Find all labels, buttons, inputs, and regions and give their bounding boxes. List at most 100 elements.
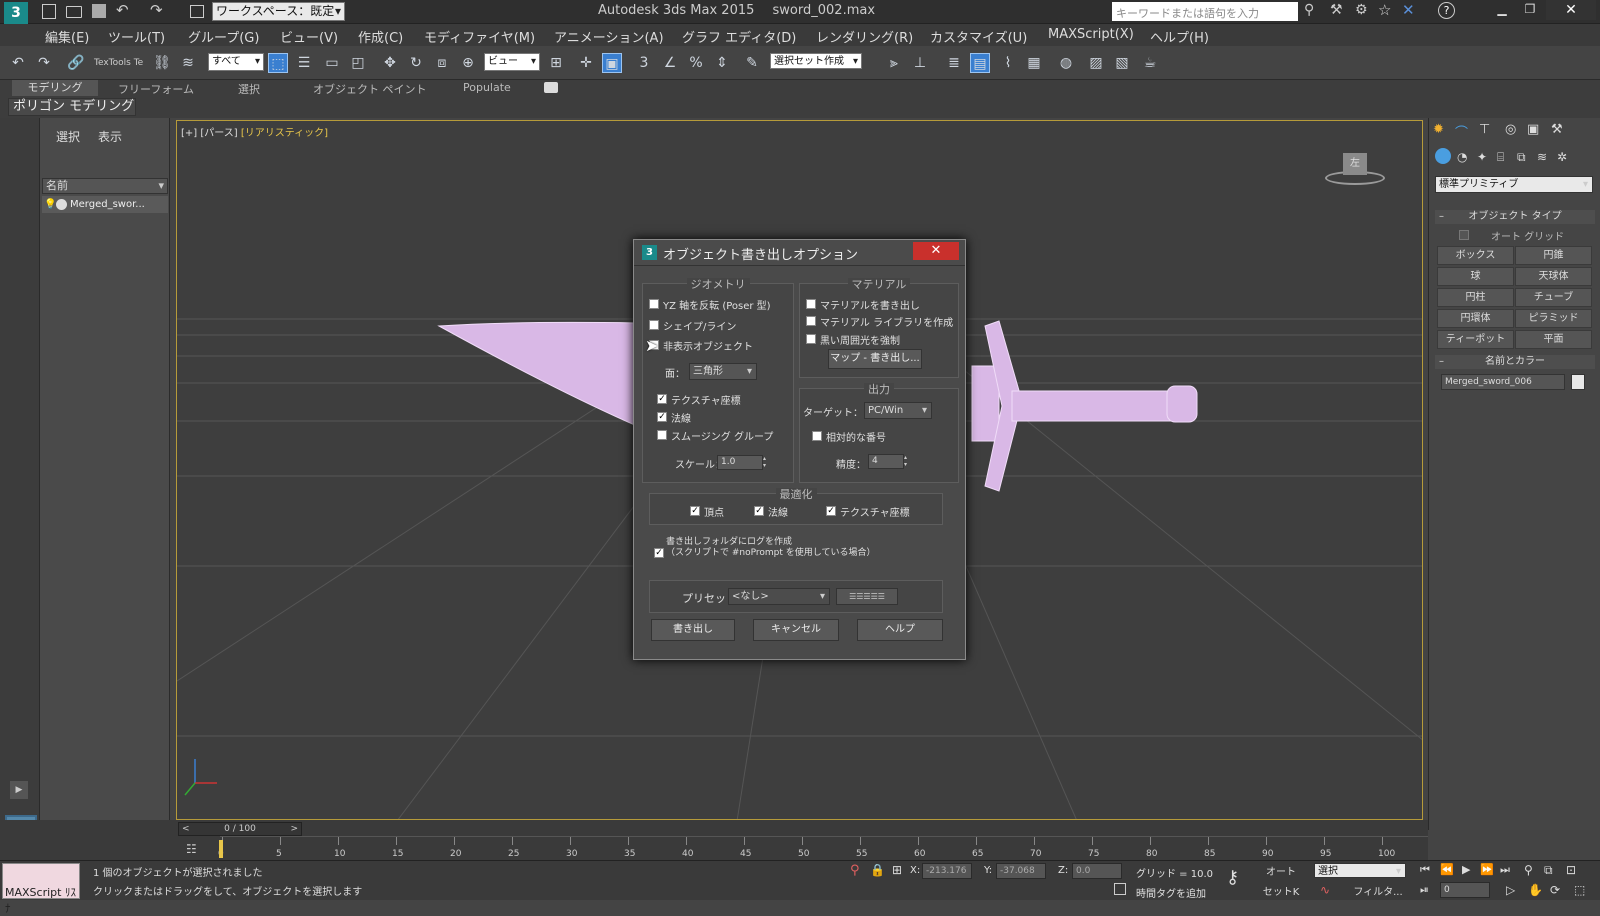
tab-display-icon[interactable]: ▣: [1527, 122, 1545, 138]
scene-tab-display[interactable]: 表示: [98, 128, 122, 145]
selection-lock-icon[interactable]: 🔒: [870, 863, 885, 877]
mirror-icon[interactable]: ⫸: [884, 53, 904, 73]
layout-expand-button[interactable]: ▶: [10, 781, 28, 799]
tab-modify-icon[interactable]: ⌒: [1455, 122, 1473, 141]
optimize-normals-checkbox[interactable]: ✓: [754, 506, 764, 516]
track-bar[interactable]: 0510152025303540455055606570758085909510…: [218, 836, 1428, 860]
select-manipulate-icon[interactable]: ✛: [576, 53, 596, 73]
polygon-modeling-panel[interactable]: ポリゴン モデリング: [8, 98, 136, 116]
menu-maxscript[interactable]: MAXScript(X): [1048, 27, 1134, 42]
texture-coords-checkbox[interactable]: ✓: [657, 394, 667, 404]
pan-icon[interactable]: ✋: [1528, 883, 1543, 897]
subscription-icon[interactable]: ⚙: [1355, 2, 1368, 18]
shapes-lines-checkbox[interactable]: [649, 320, 659, 330]
tab-populate[interactable]: Populate: [463, 81, 511, 94]
keyboard-shortcut-override-icon[interactable]: ▣: [602, 53, 622, 73]
tab-motion-icon[interactable]: ◎: [1505, 122, 1523, 138]
sphere-button[interactable]: 球: [1437, 267, 1514, 286]
zoom-extents-icon[interactable]: ⊡: [1566, 863, 1576, 877]
flip-yz-checkbox[interactable]: [649, 299, 659, 309]
plane-button[interactable]: 平面: [1515, 330, 1592, 349]
maximize-viewport-icon[interactable]: ⬚: [1574, 883, 1585, 897]
optimize-texcoords-checkbox[interactable]: ✓: [826, 506, 836, 516]
preset-edit-button[interactable]: ☰☰☰☰☰: [836, 588, 898, 605]
lights-category-icon[interactable]: ✦: [1477, 150, 1487, 164]
percent-snap-icon[interactable]: %: [686, 53, 706, 73]
spacewarps-category-icon[interactable]: ≋: [1537, 150, 1547, 164]
current-frame-field[interactable]: 0: [1440, 882, 1490, 898]
search-input[interactable]: キーワードまたは語句を入力: [1112, 2, 1298, 21]
spinner-snap-icon[interactable]: ⇕: [712, 53, 732, 73]
key-selection-dropdown[interactable]: 選択: [1314, 863, 1406, 879]
map-export-button[interactable]: マップ - 書き出し...: [828, 349, 922, 369]
curve-icon[interactable]: ∿: [1320, 883, 1330, 897]
menu-rendering[interactable]: レンダリング(R): [816, 27, 913, 46]
create-mat-library-checkbox[interactable]: [806, 316, 816, 326]
link-icon[interactable]: 🔗: [66, 53, 86, 73]
object-visibility-icon[interactable]: [56, 199, 67, 210]
next-frame-icon[interactable]: ⏩: [1480, 863, 1494, 876]
torus-button[interactable]: 円環体: [1437, 309, 1514, 328]
maxscript-listener[interactable]: MAXScript ﾘｽﾅ: [2, 863, 80, 915]
save-icon[interactable]: [92, 4, 106, 18]
bind-spacewarp-icon[interactable]: ≋: [178, 53, 198, 73]
window-crossing-icon[interactable]: ◰: [348, 53, 368, 73]
play-icon[interactable]: ▶: [1462, 863, 1470, 876]
key-mode-icon[interactable]: ⏯: [1420, 883, 1429, 897]
workspace-dropdown[interactable]: ワークスペース：既定: [212, 2, 345, 21]
menu-graph-editors[interactable]: グラフ エディタ(D): [682, 27, 796, 46]
tab-utilities-icon[interactable]: ⚒: [1551, 122, 1569, 138]
absolute-mode-icon[interactable]: ⊞: [892, 863, 902, 877]
target-dropdown[interactable]: PC/Win: [864, 402, 932, 419]
orbit-icon[interactable]: ⟳: [1550, 883, 1560, 897]
normals-checkbox[interactable]: ✓: [657, 412, 667, 422]
rectangle-selection-icon[interactable]: ▭: [322, 53, 342, 73]
curve-editor-icon[interactable]: ⌇: [998, 53, 1018, 73]
time-slider[interactable]: < 0 / 100 >: [178, 822, 302, 836]
material-editor-icon[interactable]: ◍: [1056, 53, 1076, 73]
previous-frame-icon[interactable]: ⏪: [1440, 863, 1454, 876]
lightbulb-icon[interactable]: 💡: [44, 196, 56, 213]
align-icon[interactable]: ⊥: [910, 53, 930, 73]
optimize-vertex-checkbox[interactable]: ✓: [690, 506, 700, 516]
menu-group[interactable]: グループ(G): [188, 27, 259, 46]
menu-animation[interactable]: アニメーション(A): [554, 27, 664, 46]
viewcube-face[interactable]: 左: [1343, 153, 1367, 175]
box-button[interactable]: ボックス: [1437, 246, 1514, 265]
rollout-object-type-header[interactable]: – オブジェクト タイプ: [1435, 210, 1595, 224]
tab-modeling[interactable]: モデリング: [12, 80, 98, 96]
scale-spinner[interactable]: 1.0: [717, 455, 763, 470]
select-object-icon[interactable]: ⬚: [268, 53, 288, 73]
help-button[interactable]: ヘルプ: [857, 619, 943, 641]
schematic-view-icon[interactable]: ▦: [1024, 53, 1044, 73]
undo-icon[interactable]: ↶: [8, 53, 28, 73]
rollout-name-color-header[interactable]: – 名前とカラー: [1435, 355, 1595, 369]
reference-coordinate-dropdown[interactable]: ビュー: [484, 53, 540, 71]
autogrid-checkbox[interactable]: [1459, 230, 1469, 240]
object-color-swatch[interactable]: [1571, 374, 1585, 390]
maximize-button[interactable]: ❐: [1518, 2, 1542, 20]
menu-view[interactable]: ビュー(V): [280, 27, 338, 46]
favorites-star-icon[interactable]: ☆: [1378, 1, 1391, 19]
edit-named-selection-icon[interactable]: ✎: [742, 53, 762, 73]
mini-curve-editor-icon[interactable]: ☷: [186, 842, 197, 856]
menu-tools[interactable]: ツール(T): [108, 27, 165, 46]
open-file-icon[interactable]: [66, 6, 82, 18]
place-icon[interactable]: ⊕: [458, 53, 478, 73]
export-button[interactable]: 書き出し: [651, 619, 735, 641]
precision-spinner[interactable]: 4: [868, 454, 904, 469]
tab-create-icon[interactable]: ✹: [1433, 122, 1451, 138]
faces-dropdown[interactable]: 三角形: [689, 363, 757, 380]
wrench-icon[interactable]: ⚒: [1330, 2, 1343, 18]
tab-object-paint[interactable]: オブジェクト ペイント: [313, 81, 427, 97]
name-column-header[interactable]: 名前 ▾: [42, 178, 168, 194]
angle-snap-icon[interactable]: ∠: [660, 53, 680, 73]
time-tag-icon[interactable]: [1114, 883, 1126, 895]
export-materials-checkbox[interactable]: [806, 299, 816, 309]
helpers-category-icon[interactable]: ⧉: [1517, 150, 1526, 165]
layer-manager-icon[interactable]: ≣: [944, 53, 964, 73]
geosphere-button[interactable]: 天球体: [1515, 267, 1592, 286]
textools-label[interactable]: TexTools Te: [94, 58, 143, 68]
field-of-view-icon[interactable]: ▷: [1506, 883, 1515, 897]
menu-edit[interactable]: 編集(E): [45, 27, 89, 46]
